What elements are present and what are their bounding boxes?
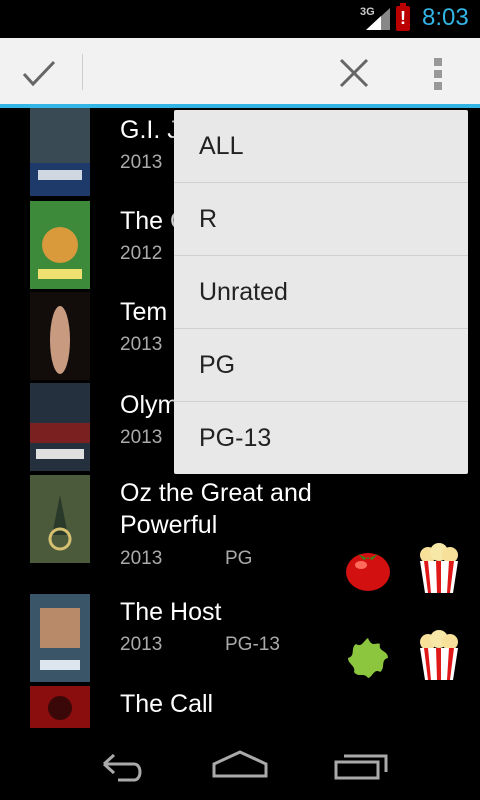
back-icon[interactable] [90, 742, 150, 786]
list-item[interactable]: Oz the Great and Powerful 2013 PG [0, 473, 480, 593]
movie-poster [30, 201, 90, 289]
list-item[interactable]: The Host 2013 PG-13 [0, 592, 480, 692]
recents-icon[interactable] [332, 742, 392, 786]
overflow-menu-icon [434, 58, 442, 90]
movie-year: 2013 [120, 634, 163, 655]
overflow-menu-button[interactable] [412, 38, 464, 104]
popcorn-icon [420, 630, 458, 680]
movie-title: The Host [120, 598, 222, 626]
dropdown-option-pg[interactable]: PG [174, 329, 468, 402]
movie-year: 2012 [120, 243, 163, 264]
movie-year: 2013 [120, 334, 163, 355]
dropdown-option-r[interactable]: R [174, 183, 468, 256]
mpaa-rating: PG [225, 548, 253, 569]
movie-poster [30, 108, 90, 196]
movie-title: Oz the Great and Powerful [120, 479, 312, 539]
movie-title: The Call [120, 690, 214, 718]
clock: 8:03 [422, 4, 469, 31]
battery-icon: ! [396, 3, 410, 31]
check-icon [22, 60, 56, 87]
movie-poster [30, 475, 90, 563]
movie-year: 2013 [120, 427, 163, 448]
fresh-tomato-icon [346, 553, 390, 591]
popcorn-icon [420, 543, 458, 593]
rotten-splat-icon [348, 638, 388, 678]
home-icon[interactable] [210, 742, 270, 786]
movie-year: 2013 [120, 548, 163, 569]
status-bar: 3G ! 8:03 [0, 0, 480, 38]
battery-alert: ! [400, 8, 406, 28]
list-item[interactable]: The Call [0, 684, 480, 728]
close-icon [339, 58, 369, 88]
dropdown-option-unrated[interactable]: Unrated [174, 256, 468, 329]
rating-filter-dropdown: ALL R Unrated PG PG-13 [174, 110, 468, 474]
movie-year: 2013 [120, 152, 163, 173]
movie-poster [30, 686, 90, 728]
cancel-button[interactable] [326, 38, 382, 104]
navigation-bar [0, 728, 480, 800]
dropdown-option-pg-13[interactable]: PG-13 [174, 402, 468, 474]
movie-poster [30, 292, 90, 380]
movie-poster [30, 383, 90, 471]
signal-icon [366, 8, 390, 30]
dropdown-option-all[interactable]: ALL [174, 110, 468, 183]
done-button[interactable] [0, 38, 82, 104]
mpaa-rating: PG-13 [225, 634, 280, 655]
movie-poster [30, 594, 90, 682]
action-bar [0, 38, 480, 108]
action-divider [82, 54, 83, 90]
